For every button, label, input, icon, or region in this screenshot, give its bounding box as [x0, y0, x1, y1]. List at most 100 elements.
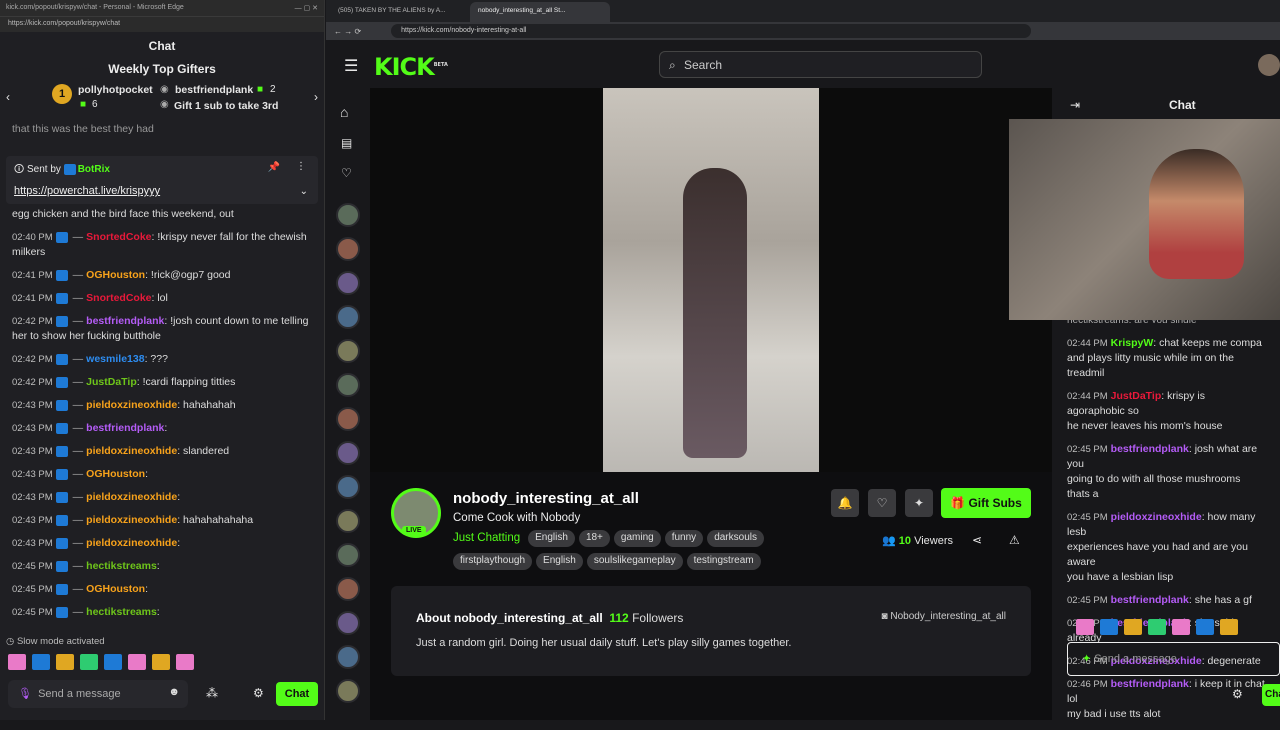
tag[interactable]: firstplaythough: [453, 553, 533, 570]
warning-icon[interactable]: ⚠: [1009, 533, 1020, 547]
tag[interactable]: soulslikegameplay: [586, 553, 683, 570]
username[interactable]: OGHouston: [86, 583, 145, 595]
emote[interactable]: [1172, 619, 1190, 635]
channel-avatar[interactable]: [336, 543, 360, 567]
emote[interactable]: [104, 654, 122, 670]
pin-icon[interactable]: 📌: [268, 162, 280, 173]
tag[interactable]: gaming: [613, 530, 661, 547]
username[interactable]: bestfriendplank: [1111, 443, 1189, 455]
gifter-name[interactable]: bestfriendplank: [175, 84, 253, 96]
channel-avatar[interactable]: [336, 305, 360, 329]
emote[interactable]: [80, 654, 98, 670]
kick-logo[interactable]: KICKBETA: [374, 53, 448, 81]
bot-name[interactable]: BotRix: [78, 164, 110, 175]
emoji-icon[interactable]: ☻: [168, 686, 180, 698]
channel-name[interactable]: nobody_interesting_at_all: [453, 490, 639, 507]
mic-icon[interactable]: 🎙: [18, 688, 32, 700]
more-icon[interactable]: ⋮: [296, 161, 306, 172]
username[interactable]: bestfriendplank: [1111, 678, 1189, 690]
emote[interactable]: [1124, 619, 1142, 635]
channel-avatar[interactable]: [336, 475, 360, 499]
bell-icon[interactable]: 🔔: [831, 489, 859, 517]
channel-avatar[interactable]: [336, 577, 360, 601]
channel-avatar[interactable]: [336, 237, 360, 261]
username[interactable]: bestfriendplank: [86, 422, 164, 434]
emote[interactable]: [1148, 619, 1166, 635]
tab-youtube[interactable]: (505) TAKEN BY THE ALIENS by A...: [330, 2, 470, 22]
chat-send-button[interactable]: Chat: [1262, 684, 1280, 706]
browse-icon[interactable]: ▤: [341, 136, 352, 150]
username[interactable]: JustDaTip: [1111, 390, 1162, 402]
channel-avatar[interactable]: [336, 271, 360, 295]
gift-subs-button[interactable]: 🎁 Gift Subs: [941, 488, 1031, 518]
username[interactable]: pieldoxzineoxhide: [86, 514, 177, 526]
tag[interactable]: English: [536, 553, 583, 570]
emote[interactable]: [1076, 619, 1094, 635]
username[interactable]: pieldoxzineoxhide: [86, 537, 177, 549]
username[interactable]: hectikstreams: [86, 560, 157, 572]
channel-avatar[interactable]: [336, 441, 360, 465]
channel-avatar[interactable]: [336, 679, 360, 703]
username[interactable]: pieldoxzineoxhide: [86, 445, 177, 457]
tab-kick[interactable]: nobody_interesting_at_all St...: [470, 2, 610, 22]
username[interactable]: OGHouston: [86, 269, 145, 281]
username[interactable]: OGHouston: [86, 468, 145, 480]
chevron-left-icon[interactable]: ‹: [6, 90, 10, 104]
channel-avatar[interactable]: [336, 373, 360, 397]
tag[interactable]: testingstream: [686, 553, 761, 570]
channel-avatar[interactable]: [336, 339, 360, 363]
username[interactable]: bestfriendplank: [86, 315, 164, 327]
username[interactable]: pieldoxzineoxhide: [86, 399, 177, 411]
home-icon[interactable]: ⌂: [340, 104, 348, 120]
username[interactable]: KrispyW: [1111, 337, 1154, 349]
heart-icon[interactable]: ♡: [341, 166, 352, 180]
username[interactable]: JustDaTip: [86, 376, 137, 388]
search-input[interactable]: ⌕ Search: [659, 51, 982, 78]
channel-avatar[interactable]: [336, 611, 360, 635]
username[interactable]: bestfriendplank: [1111, 594, 1189, 606]
username[interactable]: SnortedCoke: [86, 292, 151, 304]
share-icon[interactable]: ⋖: [972, 533, 982, 547]
gifter-name[interactable]: pollyhotpocket: [78, 84, 153, 96]
gear-icon[interactable]: ⚙: [253, 686, 264, 700]
category-link[interactable]: Just Chatting: [453, 532, 520, 544]
pinned-link[interactable]: https://powerchat.live/krispyyy: [14, 185, 310, 197]
username[interactable]: hectikstreams: [86, 606, 157, 618]
power-icon[interactable]: ⁂: [206, 686, 218, 700]
username[interactable]: wesmile138: [86, 353, 144, 365]
social-handle[interactable]: ◙ Nobody_interesting_at_all: [882, 611, 1006, 622]
channel-avatar[interactable]: [336, 509, 360, 533]
tag[interactable]: darksouls: [707, 530, 764, 547]
gear-icon[interactable]: ⚙: [1232, 687, 1243, 701]
tag[interactable]: funny: [664, 530, 704, 547]
emote[interactable]: [1100, 619, 1118, 635]
emote[interactable]: [1196, 619, 1214, 635]
username[interactable]: SnortedCoke: [86, 231, 151, 243]
url-field[interactable]: https://kick.com/nobody-interesting-at-a…: [391, 24, 1032, 38]
sparkle-icon[interactable]: ✦: [905, 489, 933, 517]
chevron-right-icon[interactable]: ›: [314, 90, 318, 104]
window-controls[interactable]: — ▢ ✕: [295, 4, 318, 12]
chat-send-button[interactable]: Chat: [276, 682, 318, 706]
channel-avatar[interactable]: [336, 203, 360, 227]
emote[interactable]: [176, 654, 194, 670]
username[interactable]: pieldoxzineoxhide: [1111, 511, 1202, 523]
follow-icon[interactable]: ♡: [868, 489, 896, 517]
send-message-input[interactable]: ✦ Send a message: [1067, 642, 1280, 676]
channel-avatar[interactable]: [336, 407, 360, 431]
avatar[interactable]: [1258, 54, 1280, 76]
tag[interactable]: English: [528, 530, 575, 547]
emote[interactable]: [56, 654, 74, 670]
send-message-input[interactable]: 🎙 Send a message ☻: [8, 680, 188, 708]
channel-avatar[interactable]: [336, 645, 360, 669]
emote[interactable]: [32, 654, 50, 670]
username[interactable]: pieldoxzineoxhide: [86, 491, 177, 503]
collapse-icon[interactable]: ⇥: [1070, 98, 1080, 112]
stream-frame[interactable]: [603, 88, 819, 472]
emote[interactable]: [1220, 619, 1238, 635]
emote[interactable]: [152, 654, 170, 670]
emote[interactable]: [8, 654, 26, 670]
chevron-down-icon[interactable]: ⌄: [300, 186, 308, 197]
menu-icon[interactable]: ☰: [344, 56, 358, 76]
address-bar[interactable]: https://kick.com/popout/krispyw/chat: [0, 16, 324, 32]
